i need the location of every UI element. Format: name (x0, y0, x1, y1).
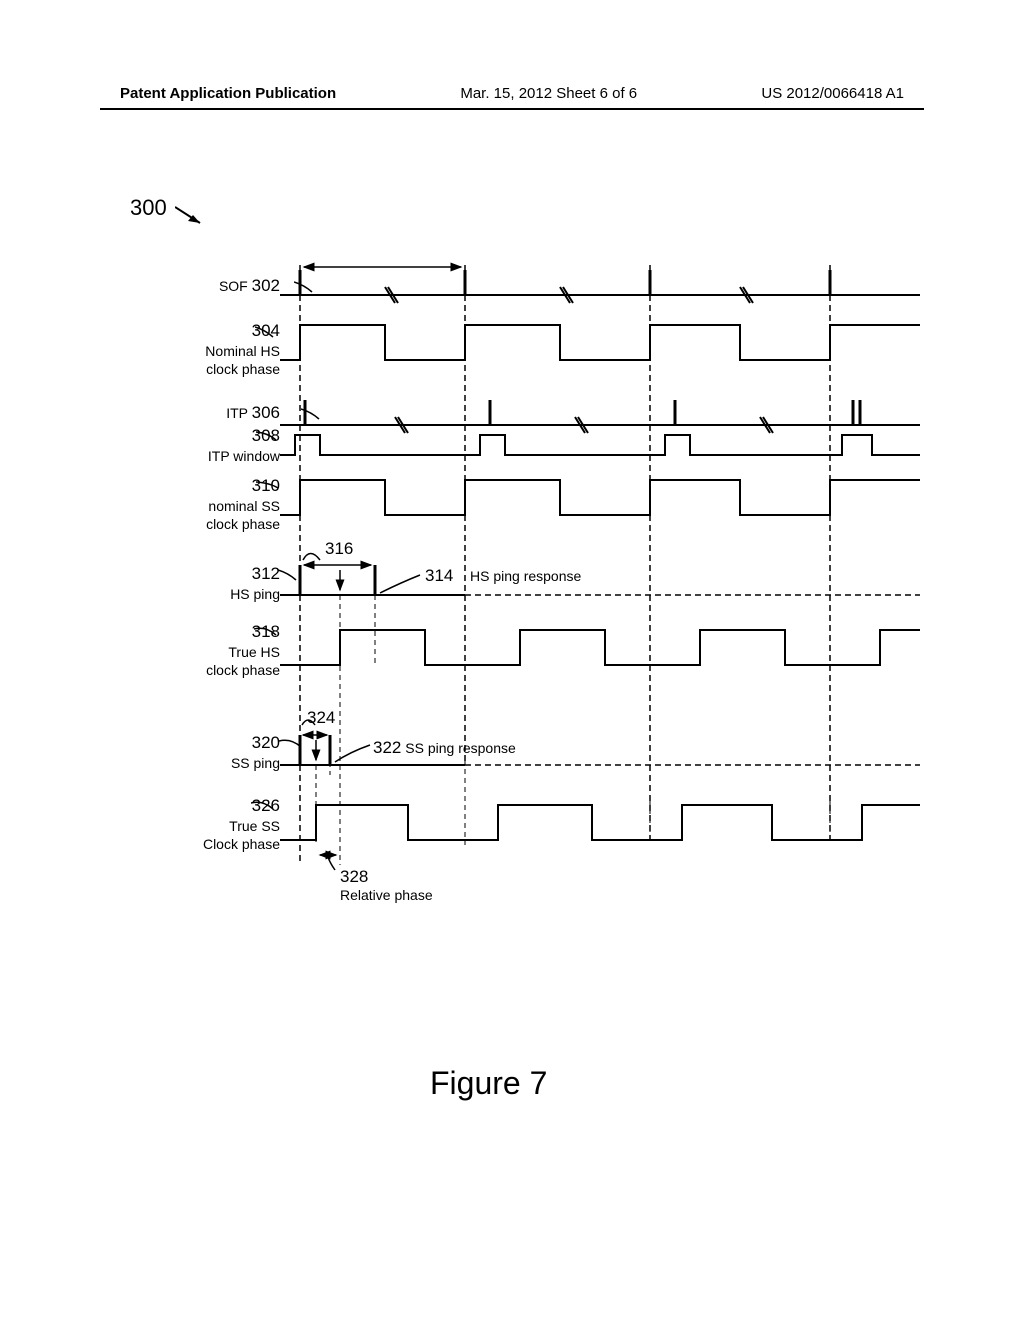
label-itp: ITP 306 (226, 402, 280, 424)
figure-caption: Figure 7 (430, 1065, 547, 1102)
leader-icon (251, 797, 276, 812)
sof-ref: 302 (252, 276, 280, 295)
waveform-nominal-ss (280, 480, 920, 515)
ss-ping-text: SS ping (231, 755, 280, 771)
header-divider (100, 108, 924, 110)
ref-300-arrow (175, 203, 210, 228)
waveform-ss-ping (280, 735, 920, 845)
sof-text: SOF (219, 278, 248, 294)
ss-ping-ref: 320 (252, 733, 280, 752)
leader-icon (256, 430, 278, 442)
waveform-itp (280, 400, 920, 433)
nominal-ss-text1: nominal SS (208, 498, 280, 514)
ref-300: 300 (130, 195, 167, 221)
true-hs-text2: clock phase (206, 662, 280, 678)
leader-icon (255, 325, 275, 340)
timing-diagram: 300 SOF 302 304 Nominal HS clock phase I… (100, 195, 920, 1095)
label-hs-ping: 312 HS ping (230, 563, 280, 603)
leader-icon (254, 623, 279, 638)
true-ss-text2: Clock phase (203, 836, 280, 852)
waveform-hs-ping (280, 565, 920, 665)
page-header: Patent Application Publication Mar. 15, … (0, 85, 1024, 102)
label-true-ss: 326 True SS Clock phase (203, 795, 280, 853)
waveform-true-hs (280, 630, 920, 865)
true-ss-text1: True SS (229, 818, 280, 834)
brace-324 (302, 720, 315, 725)
waveform-nominal-hs (280, 325, 920, 360)
label-nominal-ss: 310 nominal SS clock phase (206, 475, 280, 533)
itp-ref: 306 (252, 403, 280, 422)
waveform-itp-window (280, 435, 920, 455)
itp-window-text: ITP window (208, 448, 280, 464)
brace-316 (303, 554, 320, 561)
label-nominal-hs: 304 Nominal HS clock phase (205, 320, 280, 378)
ref-300-text: 300 (130, 195, 167, 220)
nominal-ss-text2: clock phase (206, 516, 280, 532)
timing-area: SOF 302 304 Nominal HS clock phase ITP 3… (100, 245, 920, 945)
label-sof: SOF 302 (219, 275, 280, 297)
nominal-hs-text1: Nominal HS (205, 343, 280, 359)
header-right: US 2012/0066418 A1 (761, 85, 904, 102)
nominal-hs-text2: clock phase (206, 361, 280, 377)
true-hs-text1: True HS (228, 644, 280, 660)
waveform-true-ss (280, 805, 920, 840)
header-center: Mar. 15, 2012 Sheet 6 of 6 (460, 85, 637, 102)
itp-text: ITP (226, 405, 248, 421)
leader-328 (328, 857, 335, 870)
leader-icon (256, 480, 281, 492)
hs-ping-ref: 312 (252, 564, 280, 583)
hs-ping-text: HS ping (230, 586, 280, 602)
timing-waveforms (280, 245, 920, 945)
label-itp-window: 308 ITP window (208, 425, 280, 465)
waveform-sof (280, 270, 920, 303)
label-true-hs: 318 True HS clock phase (206, 621, 280, 679)
label-ss-ping: 320 SS ping (231, 732, 280, 772)
header-left: Patent Application Publication (120, 85, 336, 102)
